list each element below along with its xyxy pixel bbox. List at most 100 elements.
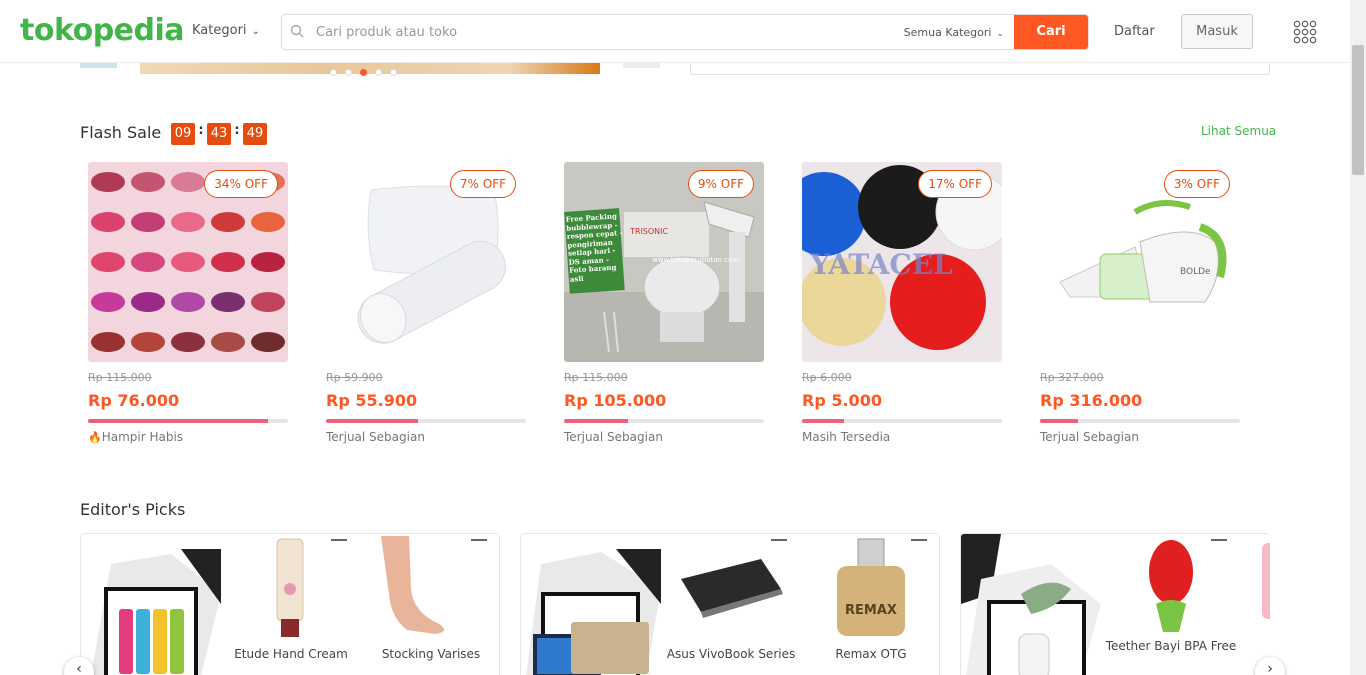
- flash-sale-timer: 09:43:49: [171, 122, 267, 145]
- banner-prev-slide: [80, 63, 117, 68]
- page-scrollbar[interactable]: [1350, 0, 1366, 675]
- original-price: Rp 115.000: [88, 371, 152, 384]
- top-header: tokopedia Kategori ⌄ Cari produk atau tok…: [0, 0, 1350, 63]
- editors-pick-card[interactable]: Teether Bayi BPA Free: [960, 533, 1270, 675]
- carousel-next-button[interactable]: ›: [1255, 657, 1285, 675]
- original-price: Rp 6.000: [802, 371, 852, 384]
- stock-progress-bar: [88, 419, 288, 423]
- original-price: Rp 327.000: [1040, 371, 1104, 384]
- see-all-link[interactable]: Lihat Semua: [1201, 124, 1276, 138]
- product-image-mixer[interactable]: Free Packing bubblewrap - respon cepat -…: [564, 162, 764, 362]
- stock-progress-fill: [88, 419, 268, 423]
- editors-pick-item[interactable]: Teether Bayi BPA Free: [1101, 534, 1241, 675]
- editors-pick-label: Remax OTG: [835, 647, 907, 661]
- timer-hours: 09: [171, 123, 195, 145]
- editors-pick-item[interactable]: Etude Hand Cream: [221, 534, 361, 675]
- stock-status: 🔥Hampir Habis: [88, 430, 288, 444]
- timer-minutes: 43: [207, 123, 231, 145]
- editors-pick-item[interactable]: Stocking Varises: [361, 534, 499, 675]
- minus-icon: [1211, 539, 1227, 541]
- banner-next-slide: [623, 63, 660, 68]
- discount-badge: 3% OFF: [1163, 170, 1230, 198]
- product-card[interactable]: 7% OFF Rp 59.900 Rp 55.900 Terjual Sebag…: [326, 162, 526, 444]
- hand-cream-image: [276, 538, 304, 637]
- stock-progress-bar: [802, 419, 1002, 423]
- editors-pick-item[interactable]: REMAX Remax OTG: [801, 534, 939, 675]
- search-icon: [290, 24, 304, 38]
- register-link[interactable]: Daftar: [1114, 24, 1155, 39]
- stock-progress-bar: [326, 419, 526, 423]
- product-image-lipstick[interactable]: 34% OFF: [88, 162, 288, 362]
- banner-dot[interactable]: [330, 69, 337, 76]
- cover-image-baby: [961, 534, 1101, 675]
- discount-badge: 17% OFF: [918, 170, 992, 198]
- editors-pick-item[interactable]: Asus VivoBook Series: [661, 534, 801, 675]
- editors-pick-cover[interactable]: [961, 534, 1101, 675]
- grid-icon[interactable]: [1293, 20, 1317, 44]
- minus-icon: [331, 539, 347, 541]
- editors-picks-title: Editor's Picks: [80, 500, 186, 519]
- scrollbar-thumb[interactable]: [1352, 45, 1364, 175]
- search-input[interactable]: Cari produk atau toko: [316, 25, 457, 40]
- stock-status-label: Terjual Sebagian: [326, 430, 425, 444]
- laptop-image: [681, 559, 783, 618]
- search-button[interactable]: Cari: [1014, 15, 1088, 49]
- editors-pick-label: Etude Hand Cream: [234, 647, 348, 661]
- search-category-select[interactable]: Semua Kategori ⌄: [904, 26, 1004, 39]
- banner-dot[interactable]: [390, 69, 397, 76]
- vacuum-brand-text: BOLDe: [1180, 267, 1211, 277]
- timer-separator: :: [198, 123, 204, 138]
- kategori-label: Kategori: [192, 23, 247, 38]
- banner-pagination: [330, 61, 405, 80]
- sale-price: Rp 105.000: [564, 391, 667, 410]
- banner-dot[interactable]: [345, 69, 352, 76]
- timer-seconds: 49: [243, 123, 267, 145]
- editors-pick-label: Teether Bayi BPA Free: [1105, 639, 1237, 653]
- kategori-dropdown[interactable]: Kategori ⌄: [192, 23, 260, 38]
- lids-watermark-text: YATACEL: [809, 248, 953, 281]
- product-card[interactable]: YATACEL 17% OFF Rp 6.000 Rp 5.000 Masih …: [802, 162, 1002, 444]
- stock-progress-bar: [564, 419, 764, 423]
- product-card[interactable]: 34% OFF Rp 115.000 Rp 76.000 🔥Hampir Hab…: [88, 162, 288, 444]
- chevron-left-icon: ‹: [76, 661, 82, 675]
- product-image-pillow[interactable]: 7% OFF: [326, 162, 526, 362]
- otg-image: REMAX: [837, 538, 905, 636]
- stock-status-label: Hampir Habis: [101, 430, 184, 444]
- chevron-right-icon: ›: [1267, 661, 1273, 675]
- chevron-down-icon: ⌄: [996, 29, 1004, 39]
- stock-progress-fill: [802, 419, 844, 423]
- banner-dot-active[interactable]: [360, 69, 367, 76]
- mixer-url-text: www.tokoperabotan.com: [652, 256, 739, 264]
- product-card[interactable]: Free Packing bubblewrap - respon cepat -…: [564, 162, 764, 444]
- product-image-vacuum[interactable]: BOLDe 3% OFF: [1040, 162, 1240, 362]
- stock-progress-fill: [326, 419, 418, 423]
- stocking-image: [381, 536, 445, 634]
- stock-progress-bar: [1040, 419, 1240, 423]
- discount-badge: 9% OFF: [687, 170, 754, 198]
- sale-price: Rp 5.000: [802, 391, 882, 410]
- editors-pick-card[interactable]: Etude Hand Cream Stocking Varises: [80, 533, 500, 675]
- minus-icon: [911, 539, 927, 541]
- original-price: Rp 115.000: [564, 371, 628, 384]
- flame-icon: 🔥: [88, 431, 102, 444]
- teether-image: [1149, 540, 1193, 632]
- product-image-lids[interactable]: YATACEL 17% OFF: [802, 162, 1002, 362]
- flash-sale-title: Flash Sale: [80, 123, 162, 142]
- banner-dot[interactable]: [375, 69, 382, 76]
- tokopedia-logo[interactable]: tokopedia: [20, 13, 185, 48]
- timer-separator: :: [234, 123, 240, 138]
- stock-progress-fill: [564, 419, 628, 423]
- stock-status-label: Masih Tersedia: [802, 430, 891, 444]
- next-card-peek: [1262, 543, 1270, 619]
- editors-pick-card[interactable]: Asus VivoBook Series REMAX Remax OTG: [520, 533, 940, 675]
- sale-price: Rp 76.000: [88, 391, 180, 410]
- sale-price: Rp 316.000: [1040, 391, 1143, 410]
- search-category-label: Semua Kategori: [903, 26, 992, 39]
- login-button[interactable]: Masuk: [1181, 14, 1253, 49]
- editors-pick-cover[interactable]: [81, 534, 221, 675]
- sale-price: Rp 55.900: [326, 391, 418, 410]
- mixer-brand-text: TRISONIC: [629, 227, 669, 236]
- editors-pick-cover[interactable]: [521, 534, 661, 675]
- product-card[interactable]: BOLDe 3% OFF Rp 327.000 Rp 316.000 Terju…: [1040, 162, 1240, 444]
- cover-image-cosmetics: [81, 534, 221, 675]
